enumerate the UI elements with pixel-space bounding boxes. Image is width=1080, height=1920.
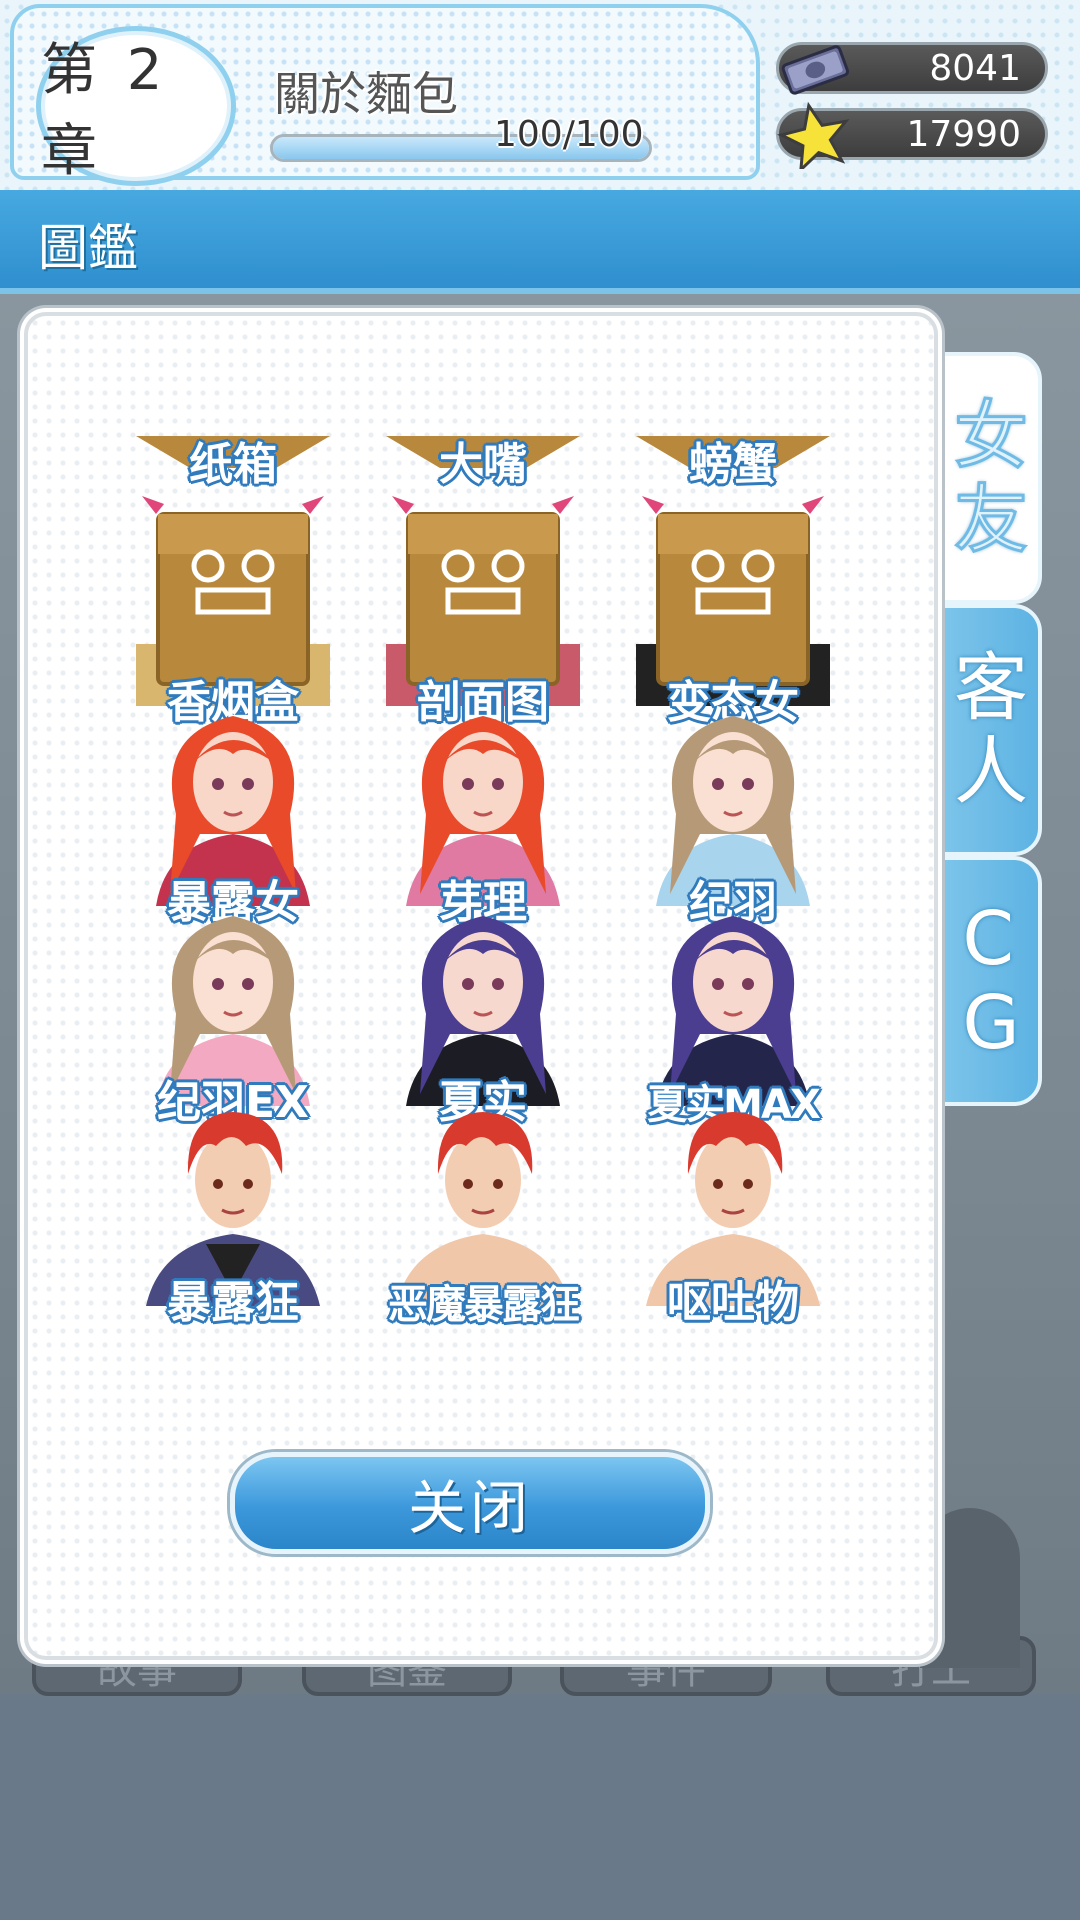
character-name: 暴露狂 <box>167 1277 299 1328</box>
tab-guest[interactable]: 客人 <box>940 604 1042 856</box>
character-card[interactable]: 暴露狂 <box>108 1094 358 1342</box>
character-card[interactable]: 恶魔暴露狂 <box>358 1094 608 1342</box>
background-floor <box>0 1700 1080 1920</box>
character-card[interactable]: 呕吐物 <box>608 1094 858 1342</box>
money-counter: 8041 <box>776 42 1048 95</box>
character-name: 螃蟹 <box>689 439 777 490</box>
character-grid[interactable]: 纸箱 大嘴 螃蟹 香烟盒 剖面图 变态女 暴露女 芽理 纪羽 纪羽EX 夏实 夏… <box>108 376 858 1416</box>
character-name: 呕吐物 <box>667 1277 799 1328</box>
star-counter: 17990 <box>776 101 1048 169</box>
chapter-progress-text: 100/100 <box>494 114 644 155</box>
tab-cg-label: CG <box>962 896 1020 1066</box>
character-card[interactable]: 纸箱 <box>108 376 358 504</box>
chapter-title: 關於麵包 <box>274 67 458 121</box>
tab-cg[interactable]: CG <box>940 856 1042 1106</box>
section-title-bar: 圖鑑 <box>0 190 1080 294</box>
section-title: 圖鑑 <box>38 219 138 277</box>
character-name: 恶魔暴露狂 <box>388 1282 580 1328</box>
chapter-badge: 第 2 章 <box>36 26 236 186</box>
walking-person-icon <box>920 1508 1020 1668</box>
character-name: 大嘴 <box>439 439 527 490</box>
character-card[interactable]: 大嘴 <box>358 376 608 504</box>
top-header: 第 2 章 關於麵包 100/100 8041 17990 <box>0 0 1080 190</box>
money-value: 8041 <box>929 47 1021 89</box>
gallery-modal: 纸箱 大嘴 螃蟹 香烟盒 剖面图 变态女 暴露女 芽理 纪羽 纪羽EX 夏实 夏… <box>28 316 934 1656</box>
close-button[interactable]: 关闭 <box>230 1452 710 1554</box>
chapter-panel: 第 2 章 關於麵包 100/100 <box>10 4 760 186</box>
character-card[interactable]: 螃蟹 <box>608 376 858 504</box>
tab-girlfriend[interactable]: 女友 <box>940 352 1042 604</box>
tab-guest-label: 客人 <box>954 645 1028 815</box>
cash-bundle-icon <box>781 45 850 95</box>
tab-girlfriend-label: 女友 <box>953 393 1030 564</box>
star-value: 17990 <box>906 113 1021 155</box>
character-name: 纸箱 <box>189 439 277 490</box>
star-icon <box>776 101 850 169</box>
